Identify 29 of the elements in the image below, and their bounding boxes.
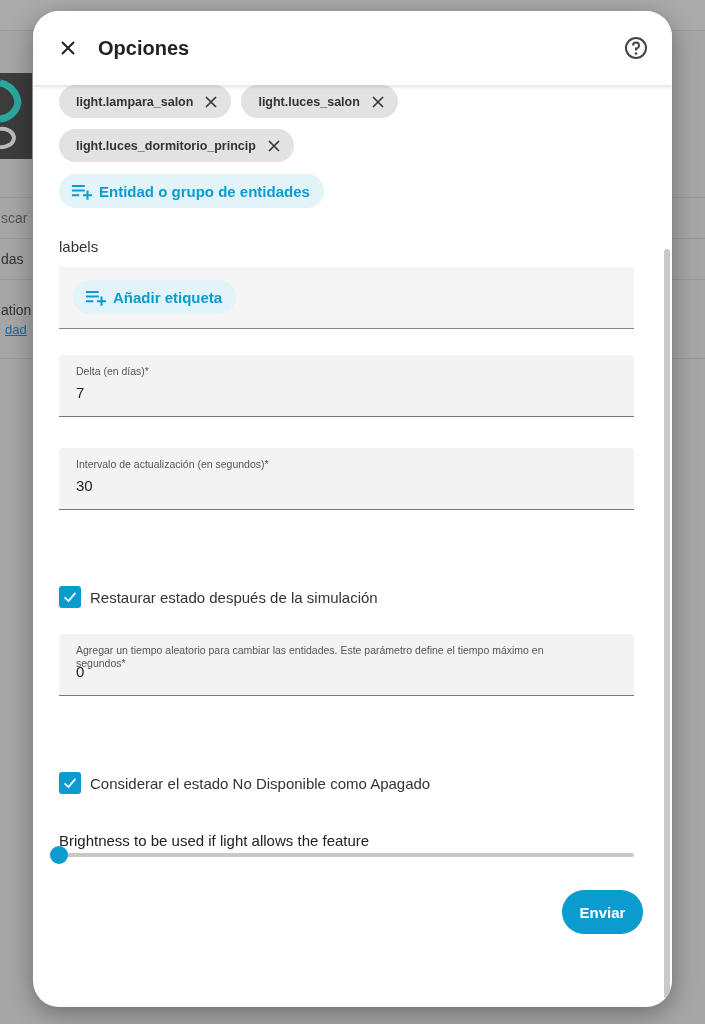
text-field[interactable]: Intervalo de actualización (en segundos)* 30	[59, 448, 634, 510]
entity-chip[interactable]: light.lampara_salon	[59, 85, 232, 118]
entity-chip[interactable]: light.luces_salon	[241, 85, 398, 118]
list-item-text: ation	[1, 301, 32, 318]
help-icon[interactable]	[624, 36, 648, 60]
add-list-icon	[71, 182, 93, 200]
remove-icon[interactable]	[205, 95, 218, 108]
logo-icon	[0, 73, 32, 159]
checkbox[interactable]	[59, 586, 81, 608]
list-item-text: das	[1, 251, 24, 267]
checkbox[interactable]	[59, 772, 81, 794]
remove-icon[interactable]	[371, 95, 384, 108]
search-field-text: scar	[1, 210, 28, 226]
dialog-title: Opciones	[98, 36, 191, 60]
remove-icon[interactable]	[267, 139, 280, 152]
checkbox-label: Restaurar estado después de la simulación	[90, 588, 378, 606]
field-value: 7	[76, 384, 85, 401]
text-field[interactable]: Delta (en días)* 7	[59, 355, 634, 417]
slider-label: Brightness to be used if light allows the feature	[59, 832, 371, 849]
checkbox-label: Considerar el estado No Disponible como Apagado	[90, 774, 431, 792]
close-icon[interactable]	[60, 40, 76, 56]
section-title: labels	[59, 238, 100, 255]
field-label: Intervalo de actualización (en segundos)*	[76, 458, 270, 471]
text-field[interactable]: Agregar un tiempo aleatorio para cambiar las entidades. Este parámetro define el tiempo máximo en segundos* 0	[59, 634, 634, 696]
entity-chip[interactable]: light.luces_dormitorio_princip	[59, 129, 294, 162]
field-label: Agregar un tiempo aleatorio para cambiar las entidades. Este parámetro define el tiempo máximo en segundos*	[76, 644, 545, 669]
field-label: Delta (en días)*	[76, 365, 150, 378]
add-list-icon	[85, 288, 107, 306]
field-value: 30	[76, 477, 93, 494]
